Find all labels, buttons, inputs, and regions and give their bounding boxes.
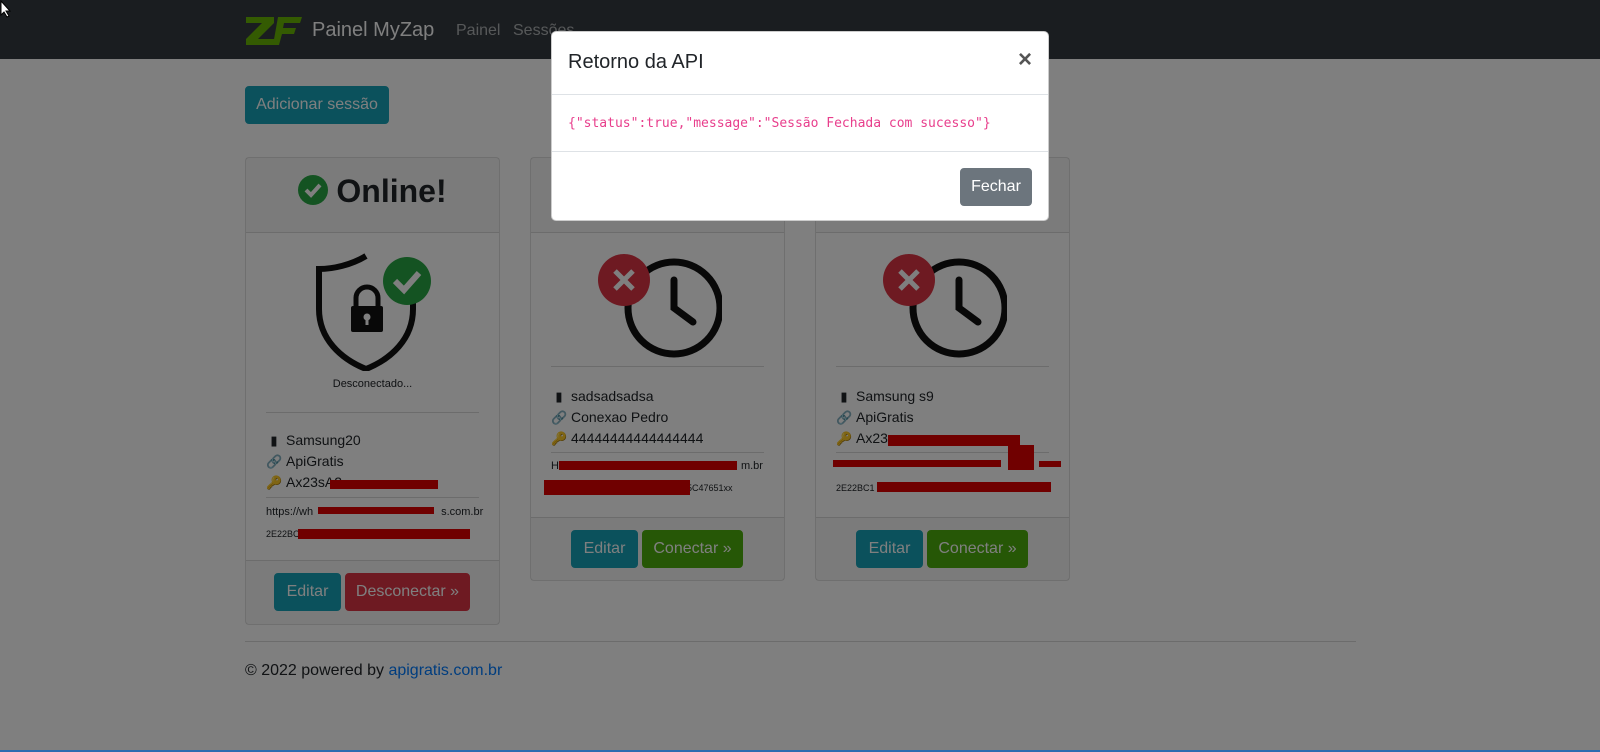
modal-header: Retorno da API × xyxy=(552,32,1048,95)
modal-footer: Fechar xyxy=(552,151,1048,221)
api-response-json: {"status":true,"message":"Sessão Fechada… xyxy=(568,116,991,131)
api-response-modal: Retorno da API × {"status":true,"message… xyxy=(551,31,1049,221)
mouse-cursor-icon xyxy=(0,0,12,18)
close-modal-button[interactable]: Fechar xyxy=(960,168,1032,206)
modal-title: Retorno da API xyxy=(568,51,704,73)
close-icon[interactable]: × xyxy=(1018,48,1032,72)
